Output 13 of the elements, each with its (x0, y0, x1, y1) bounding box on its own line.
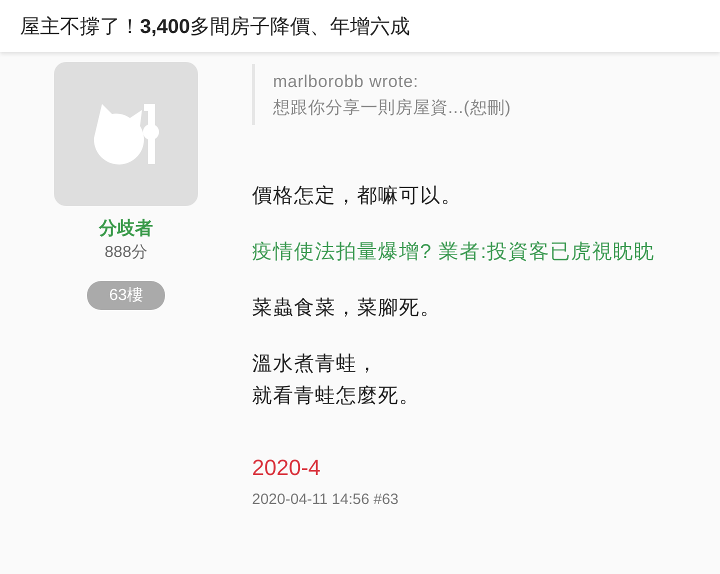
floor-badge: 63樓 (87, 281, 165, 310)
signature-text: 2020-4 (252, 455, 322, 481)
page-title: 屋主不撐了！3,400多間房子降價、年增六成 (20, 14, 410, 40)
author-score: 888分 (104, 243, 148, 263)
post-link[interactable]: 疫情使法拍量爆增? 業者:投資客已虎視眈眈 (252, 239, 720, 265)
quote-author: marlborobb wrote: (273, 72, 420, 92)
post-text: 菜蟲食菜，菜腳死。 (252, 296, 442, 321)
post-meta: 2020-04-11 14:56 #63 (252, 491, 400, 508)
author-name[interactable]: 分歧者 (99, 216, 153, 240)
post-text: 就看青蛙怎麼死。 (252, 384, 421, 409)
post-text: 溫水煮青蛙， (252, 352, 379, 377)
post-text: 價格怎定，都嘛可以。 (252, 184, 463, 209)
quote-excerpt: 想跟你分享一則房屋資...(恕刪) (273, 97, 512, 119)
